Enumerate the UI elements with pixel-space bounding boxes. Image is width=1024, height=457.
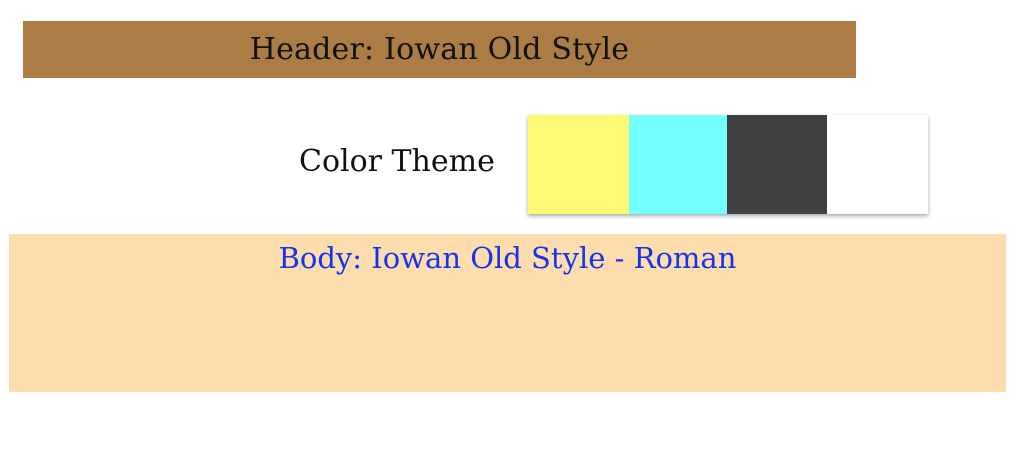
- header-bar: Header: Iowan Old Style: [23, 21, 856, 78]
- header-title: Header: Iowan Old Style: [249, 31, 630, 67]
- color-swatch-white[interactable]: [827, 115, 928, 214]
- page: Header: Iowan Old Style Color Theme Body…: [0, 0, 1024, 457]
- color-swatch-dark-gray[interactable]: [727, 115, 827, 214]
- color-swatch-yellow[interactable]: [528, 115, 629, 214]
- color-swatch-cyan[interactable]: [629, 115, 727, 214]
- body-text: Body: Iowan Old Style - Roman: [278, 241, 737, 275]
- color-theme-row: Color Theme: [0, 114, 1024, 216]
- color-swatch-strip: [528, 115, 928, 214]
- color-theme-label: Color Theme: [299, 144, 495, 179]
- body-panel: Body: Iowan Old Style - Roman: [9, 234, 1006, 392]
